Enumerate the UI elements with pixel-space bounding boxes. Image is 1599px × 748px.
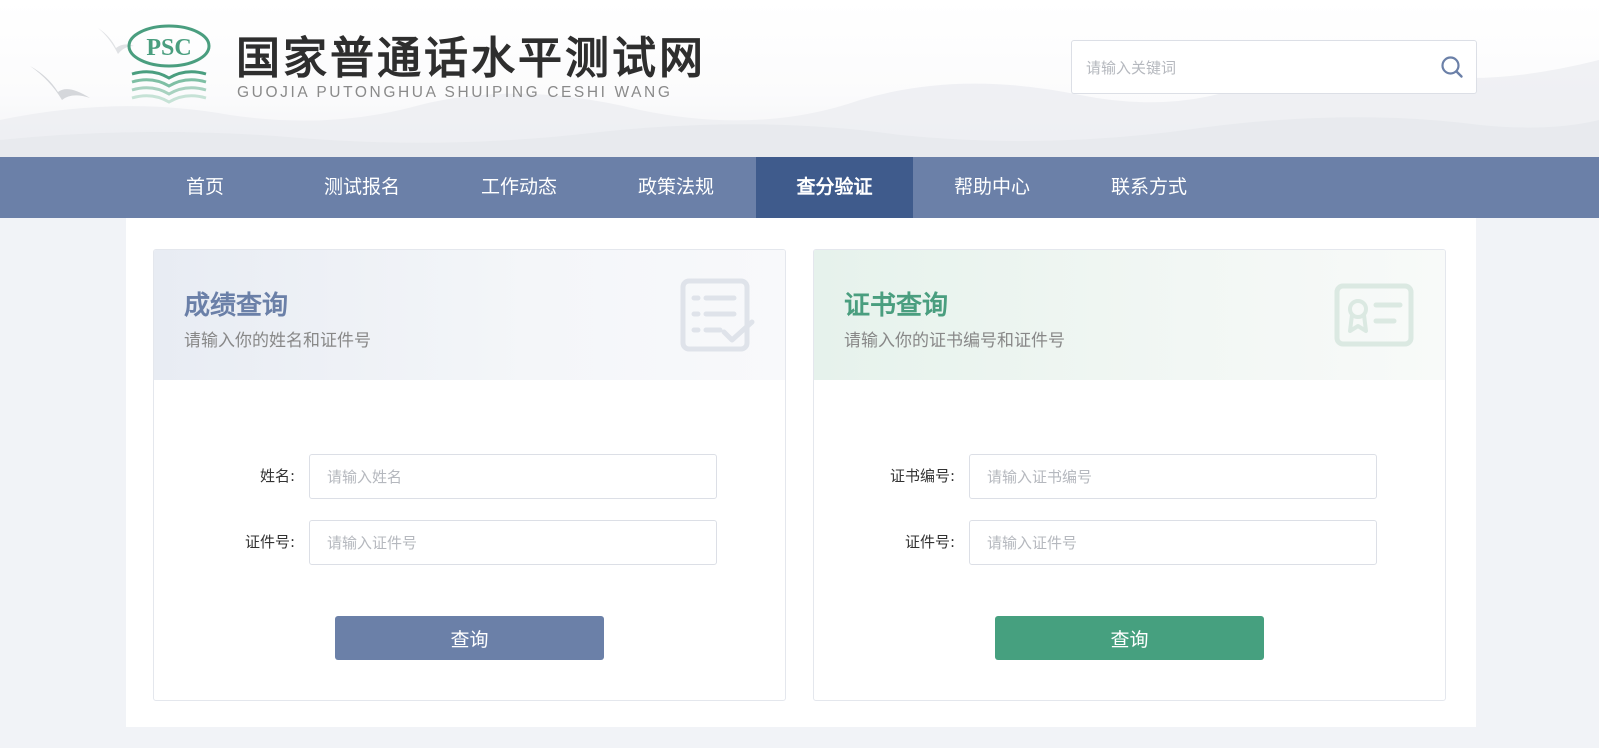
score-query-header: 成绩查询 请输入你的姓名和证件号 <box>154 250 785 380</box>
main-nav: 首页 测试报名 工作动态 政策法规 查分验证 帮助中心 联系方式 <box>0 157 1599 218</box>
certificate-id-input[interactable] <box>969 520 1377 565</box>
site-title: 国家普通话水平测试网 <box>236 33 706 84</box>
search-box <box>1071 40 1477 94</box>
certificate-number-input[interactable] <box>969 454 1377 499</box>
score-query-subtitle: 请输入你的姓名和证件号 <box>184 331 371 351</box>
certificate-query-header: 证书查询 请输入你的证书编号和证件号 <box>814 250 1445 380</box>
nav-item-home[interactable]: 首页 <box>164 157 246 218</box>
search-button[interactable] <box>1440 55 1464 79</box>
name-row: 姓名: <box>154 454 785 499</box>
certificate-number-row: 证书编号: <box>814 454 1445 499</box>
nav-item-registration[interactable]: 测试报名 <box>318 157 406 218</box>
checklist-icon <box>680 278 755 352</box>
id-label: 证件号: <box>244 533 295 551</box>
id-row: 证件号: <box>154 520 785 565</box>
certificate-number-label: 证书编号: <box>889 467 955 485</box>
id-number-input[interactable] <box>309 520 717 565</box>
site-header: PSC 国家普通话水平测试网 GUOJIA PUTONGHUA SHUIPING… <box>0 0 1599 157</box>
certificate-icon <box>1334 283 1414 347</box>
certificate-query-title: 证书查询 <box>844 291 949 321</box>
certificate-id-label: 证件号: <box>904 533 955 551</box>
main-content: 成绩查询 请输入你的姓名和证件号 姓名: 证件号: 查询 <box>126 218 1476 727</box>
logo-text: PSC <box>146 35 191 61</box>
certificate-query-subtitle: 请输入你的证书编号和证件号 <box>844 331 1065 351</box>
score-query-title: 成绩查询 <box>184 291 289 321</box>
score-query-button[interactable]: 查询 <box>335 616 604 660</box>
nav-item-news[interactable]: 工作动态 <box>473 157 565 218</box>
certificate-query-card: 证书查询 请输入你的证书编号和证件号 证书编号: 证件号: 查询 <box>813 249 1446 701</box>
nav-item-contact[interactable]: 联系方式 <box>1103 157 1195 218</box>
certificate-id-row: 证件号: <box>814 520 1445 565</box>
certificate-query-button[interactable]: 查询 <box>995 616 1264 660</box>
score-query-card: 成绩查询 请输入你的姓名和证件号 姓名: 证件号: 查询 <box>153 249 786 701</box>
search-icon <box>1441 56 1463 78</box>
nav-item-policy[interactable]: 政策法规 <box>630 157 722 218</box>
name-input[interactable] <box>309 454 717 499</box>
nav-item-help[interactable]: 帮助中心 <box>945 157 1039 218</box>
nav-item-score-verification[interactable]: 查分验证 <box>756 157 913 218</box>
bird-icon <box>30 66 90 100</box>
site-subtitle: GUOJIA PUTONGHUA SHUIPING CESHI WANG <box>237 84 673 101</box>
search-input[interactable] <box>1086 54 1426 82</box>
name-label: 姓名: <box>259 467 295 485</box>
psc-logo-icon: PSC <box>127 24 211 104</box>
